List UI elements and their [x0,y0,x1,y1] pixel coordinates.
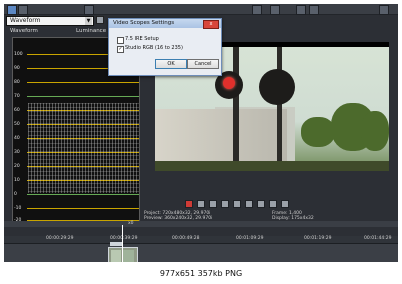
ire-setup-label: 7.5 IRE Setup [125,36,159,42]
studio-rgb-checkbox[interactable]: ✓ [117,46,124,53]
signal-head [259,69,295,105]
clip-thumbnail [111,250,121,262]
studio-rgb-label: Studio RGB (16 to 235) [125,45,183,51]
toolbar-button[interactable] [270,5,280,15]
scope-option-icon[interactable] [96,16,104,24]
signal-pole [233,47,239,171]
video-editor-window: Waveform ▼ Waveform Luminance 100 90 80 … [4,4,398,262]
dialog-titlebar[interactable]: Video Scopes Settings x [109,19,221,29]
record-button[interactable] [185,200,193,208]
toolbar-button[interactable] [84,5,94,15]
play-from-start-button[interactable] [209,200,217,208]
dialog-title: Video Scopes Settings [113,20,175,26]
next-frame-button[interactable] [269,200,277,208]
transport-controls [185,200,365,208]
zoom-badge: x0 [128,221,134,226]
video-scopes-settings-dialog: Video Scopes Settings x 7.5 IRE Setup ✓ … [108,18,222,76]
scope-mode-label: Waveform [10,28,38,34]
play-button[interactable] [221,200,229,208]
image-caption: 977x651 357kb PNG [159,269,243,278]
building-shape [155,109,287,165]
scope-toggle-button[interactable] [7,5,17,15]
ruler-tick-label: 00:01:09:29 [236,236,264,241]
scope-level-label: 90 [14,66,20,71]
settings-icon[interactable] [18,5,28,15]
pause-button[interactable] [233,200,241,208]
scope-level-label: 80 [14,80,20,85]
scope-gridline [27,96,139,97]
scope-level-label: 60 [14,108,20,113]
toolbar-button[interactable] [252,5,262,15]
video-track[interactable] [4,244,398,262]
scope-type-value: Waveform [10,17,41,24]
ire-setup-checkbox[interactable] [117,37,124,44]
scope-gridline [27,208,139,209]
ruler-tick-label: 00:00:49:28 [172,236,200,241]
stop-button[interactable] [245,200,253,208]
scope-header: Waveform Luminance [10,28,107,36]
scope-level-label: 50 [14,122,20,127]
ruler-tick-label: 00:01:19:29 [304,236,332,241]
timeline-cursor[interactable] [122,225,123,262]
screenshot-frame: Waveform ▼ Waveform Luminance 100 90 80 … [0,0,402,284]
timeline-ruler[interactable]: 00:00:29:29 00:00:39:29 00:00:49:28 00:0… [4,236,398,244]
prev-frame-button[interactable] [257,200,265,208]
toolbar-button[interactable] [309,5,319,15]
scope-level-label: 0 [14,192,17,197]
scope-level-label: 40 [14,136,20,141]
project-info: Project: 720x480x32, 29.970i Preview: 36… [144,211,212,221]
chevron-down-icon[interactable]: ▼ [85,17,92,25]
toolbar-button[interactable] [379,5,389,15]
scope-level-label: 10 [14,178,20,183]
video-clip[interactable] [108,247,138,262]
scope-level-label: -10 [14,206,22,211]
red-light [223,77,235,89]
scope-level-label: 30 [14,150,20,155]
waveform-trace [28,103,139,193]
clip-thumbnail [123,250,134,262]
ruler-tick-label: 00:01:44:29 [364,236,392,241]
timeline-toolbar: x0 [4,221,398,227]
tree-shape [361,111,389,151]
ground-shape [155,161,389,171]
cancel-button[interactable]: Cancel [187,59,219,69]
close-icon[interactable]: x [203,20,219,29]
scope-level-label: 70 [14,94,20,99]
scope-gridline [27,82,139,83]
scope-type-select[interactable]: Waveform ▼ [6,16,94,26]
top-toolbar [4,4,398,15]
scope-level-label: 100 [14,52,23,57]
scope-gridline [27,194,139,195]
loop-button[interactable] [197,200,205,208]
tree-shape [301,117,335,147]
go-to-end-button[interactable] [281,200,289,208]
toolbar-button[interactable] [296,5,306,15]
scope-channel-label: Luminance [76,28,107,34]
signal-pole [277,47,282,171]
frame-info: Frame: 1,400 Display: 175x4x32 [272,211,314,221]
ruler-tick-label: 00:00:39:29 [110,236,138,241]
scope-level-label: 20 [14,164,20,169]
clip-header[interactable] [110,242,122,246]
ruler-tick-label: 00:00:29:29 [46,236,74,241]
ok-button[interactable]: OK [155,59,187,69]
